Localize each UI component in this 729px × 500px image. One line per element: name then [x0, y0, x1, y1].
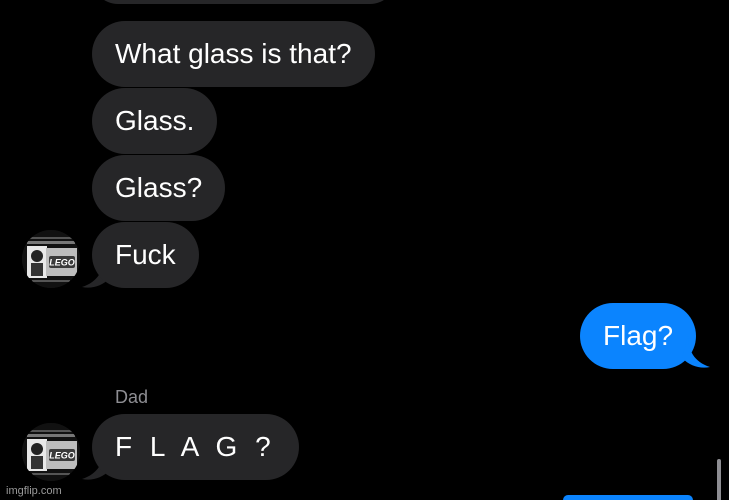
message-bubble-glass[interactable]: Glass.: [92, 88, 218, 154]
message-bubble-what-glass[interactable]: What glass is that?: [92, 21, 375, 87]
avatar-logo-text: LEGO: [49, 258, 75, 268]
lego-avatar-icon: LEGO: [22, 423, 80, 481]
scrollbar[interactable]: [717, 459, 721, 500]
bubble-tail-outgoing: [682, 336, 710, 368]
message-bubble-flag[interactable]: Flag?: [580, 303, 697, 369]
message-bubble-cut-top[interactable]: [92, 0, 396, 4]
sender-name: Dad: [115, 387, 149, 407]
message-bubble-fuck[interactable]: Fuck: [92, 222, 199, 288]
contact-avatar[interactable]: LEGO: [22, 423, 80, 481]
message-bubble-f-l-a-g[interactable]: F L A G ?: [92, 414, 299, 480]
contact-avatar[interactable]: LEGO: [22, 230, 80, 288]
message-bubble-glass-question[interactable]: Glass?: [92, 155, 226, 221]
lego-avatar-icon: LEGO: [22, 230, 80, 288]
message-bubble-cut-bottom[interactable]: [563, 495, 693, 500]
watermark: imgflip.com: [6, 485, 62, 497]
avatar-logo-text: LEGO: [49, 451, 75, 461]
messages-screen: What glass is that? Glass. Glass? Fuck L…: [0, 0, 729, 500]
